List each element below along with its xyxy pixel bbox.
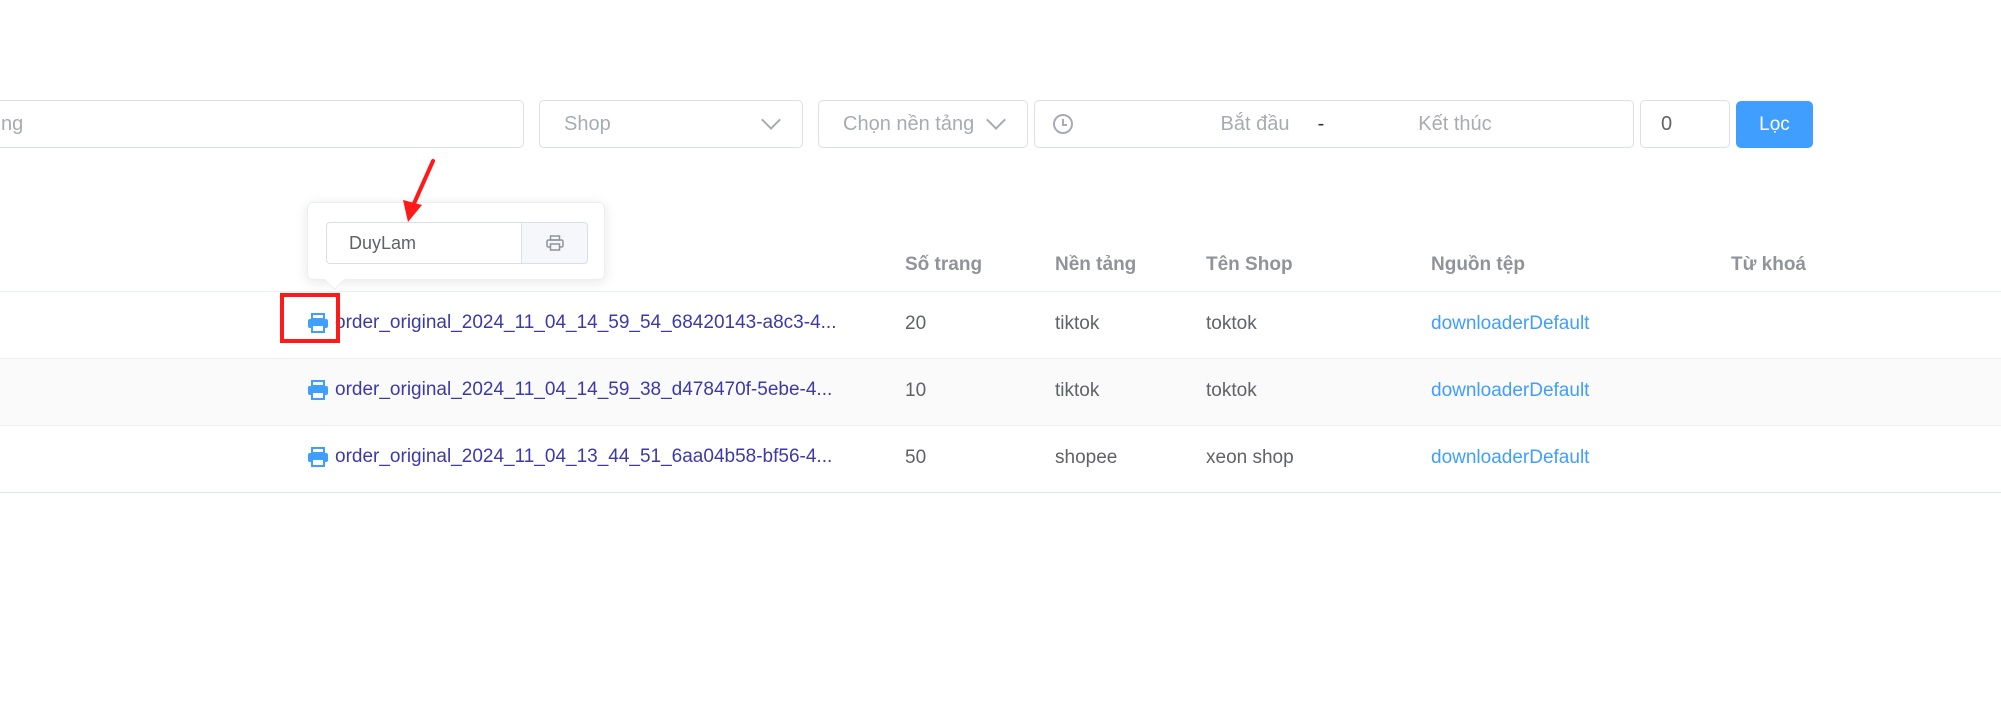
printer-name-input[interactable] bbox=[326, 222, 521, 264]
platform-select-placeholder: Chọn nền tảng bbox=[843, 112, 975, 135]
files-table: Số trang Nền tảng Tên Shop Nguồn tệp Từ … bbox=[0, 236, 2001, 493]
shop-select-placeholder: Shop bbox=[564, 112, 611, 135]
platform-cell: tiktok bbox=[1055, 380, 1100, 401]
table-row: order_original_2024_11_04_14_59_38_d4784… bbox=[0, 359, 2001, 426]
file-link[interactable]: order_original_2024_11_04_14_59_38_d4784… bbox=[335, 379, 832, 401]
table-row: order_original_2024_11_04_13_44_51_6aa04… bbox=[0, 426, 2001, 493]
page: Shop Chọn nền tảng Bắt đầu - Kết thúc 0 … bbox=[0, 0, 2001, 720]
header-pages: Số trang bbox=[905, 254, 983, 275]
print-popover bbox=[307, 202, 605, 280]
search-input[interactable] bbox=[1, 101, 523, 147]
platform-cell: tiktok bbox=[1055, 313, 1100, 334]
clock-icon bbox=[1053, 114, 1073, 134]
annotation-highlight-box bbox=[280, 293, 340, 343]
source-link[interactable]: downloaderDefault bbox=[1431, 380, 1589, 402]
printer-input-group bbox=[326, 222, 588, 264]
shop-cell: toktok bbox=[1206, 313, 1257, 334]
popover-print-button[interactable] bbox=[521, 222, 588, 264]
shop-select[interactable]: Shop bbox=[539, 100, 803, 148]
file-cell: order_original_2024_11_04_14_59_38_d4784… bbox=[307, 379, 832, 401]
annotation-arrow-icon bbox=[403, 159, 435, 222]
date-separator: - bbox=[1317, 112, 1325, 135]
shop-cell: toktok bbox=[1206, 380, 1257, 401]
search-field[interactable] bbox=[0, 100, 524, 148]
date-range-picker[interactable]: Bắt đầu - Kết thúc bbox=[1034, 100, 1634, 148]
file-cell: order_original_2024_11_04_14_59_54_68420… bbox=[307, 312, 836, 334]
printer-icon[interactable] bbox=[307, 447, 329, 467]
platform-select[interactable]: Chọn nền tảng bbox=[818, 100, 1028, 148]
header-keyword: Từ khoá bbox=[1731, 254, 1806, 275]
date-end-input[interactable]: Kết thúc bbox=[1335, 113, 1575, 136]
file-link[interactable]: order_original_2024_11_04_14_59_54_68420… bbox=[335, 312, 836, 334]
chevron-down-icon bbox=[761, 110, 781, 130]
source-link[interactable]: downloaderDefault bbox=[1431, 313, 1589, 335]
chevron-down-icon bbox=[986, 110, 1006, 130]
header-platform: Nền tảng bbox=[1055, 254, 1137, 275]
header-shop-name: Tên Shop bbox=[1206, 254, 1293, 275]
file-link[interactable]: order_original_2024_11_04_13_44_51_6aa04… bbox=[335, 446, 832, 468]
number-input[interactable]: 0 bbox=[1640, 100, 1730, 148]
number-input-value: 0 bbox=[1661, 112, 1673, 135]
pages-cell: 10 bbox=[905, 380, 927, 401]
printer-icon bbox=[545, 235, 564, 251]
table-header: Số trang Nền tảng Tên Shop Nguồn tệp Từ … bbox=[0, 236, 2001, 292]
pages-cell: 20 bbox=[905, 313, 927, 334]
filter-button[interactable]: Lọc bbox=[1736, 101, 1813, 148]
file-cell: order_original_2024_11_04_13_44_51_6aa04… bbox=[307, 446, 832, 468]
header-source: Nguồn tệp bbox=[1431, 254, 1525, 275]
source-link[interactable]: downloaderDefault bbox=[1431, 447, 1589, 469]
shop-cell: xeon shop bbox=[1206, 447, 1294, 468]
pages-cell: 50 bbox=[905, 447, 927, 468]
printer-icon[interactable] bbox=[307, 380, 329, 400]
platform-cell: shopee bbox=[1055, 447, 1118, 468]
